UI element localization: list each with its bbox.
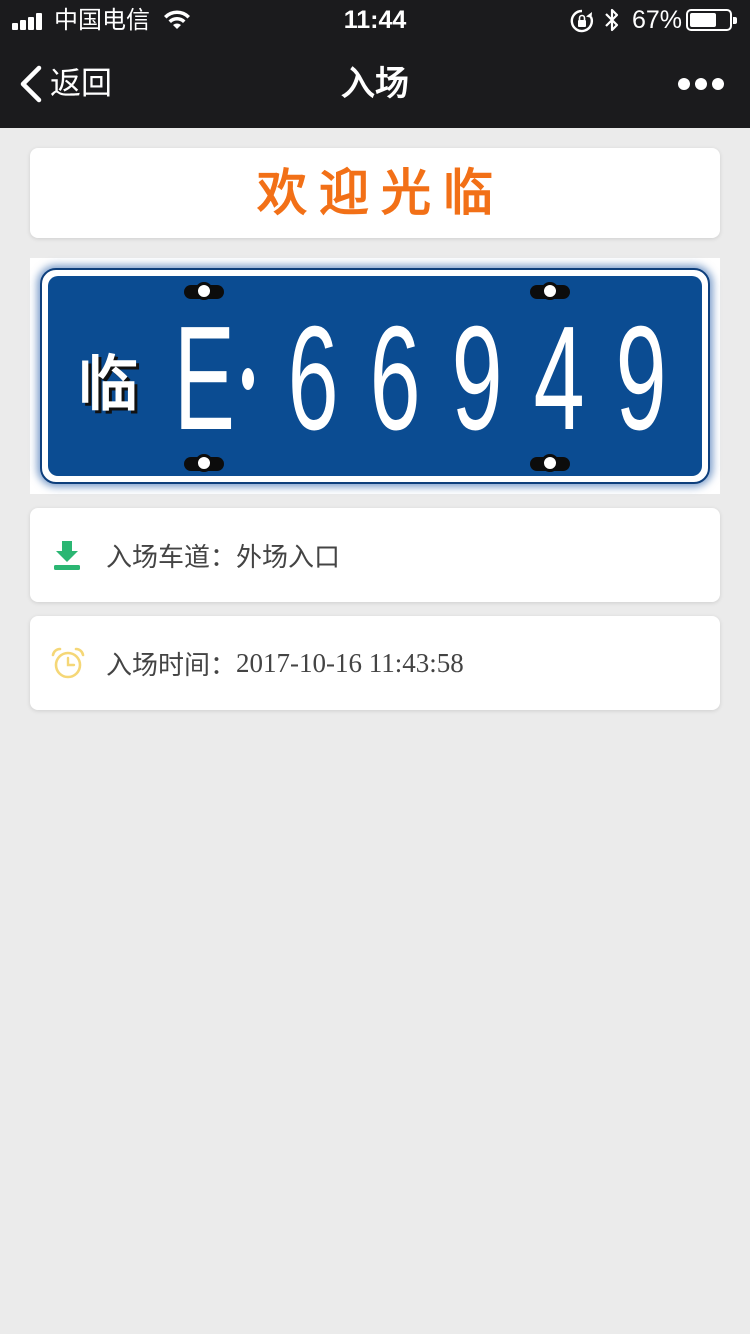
nav-bar: 返回 入场: [0, 40, 750, 128]
entry-time-row: 入场时间： 2017-10-16 11:43:58: [30, 616, 720, 710]
welcome-text: 欢迎光临: [257, 164, 505, 222]
welcome-card: 欢迎光临: [30, 148, 720, 238]
plate-number: 临 E 6 6 9 4 9: [78, 304, 682, 454]
entry-time-label: 入场时间：: [106, 650, 237, 681]
more-dots-icon[interactable]: [678, 76, 724, 92]
page-title: 入场: [341, 64, 409, 104]
plate-digit: 9: [615, 296, 667, 461]
bluetooth-icon: [605, 8, 619, 32]
battery-fill: [690, 13, 716, 27]
plate-prefix: 临: [78, 349, 138, 420]
plate-digit: 4: [533, 296, 585, 461]
battery-icon: [686, 9, 737, 31]
plate-letter: E: [173, 296, 235, 461]
plate-digit: 6: [369, 296, 421, 461]
top-bar: 中国电信 11:44 67% 返回 入场: [0, 0, 750, 128]
download-icon: [54, 541, 80, 570]
plate-digit: 6: [287, 296, 339, 461]
license-plate-card: 临 E 6 6 9 4 9: [30, 258, 720, 494]
entry-lane-row: 入场车道： 外场入口: [30, 508, 720, 602]
status-bar: 中国电信 11:44 67%: [0, 0, 750, 40]
license-plate: 临 E 6 6 9 4 9: [40, 268, 710, 484]
entry-time-value: 2017-10-16 11:43:58: [236, 647, 464, 678]
entry-lane-label: 入场车道：: [106, 542, 237, 573]
license-plate-face: 临 E 6 6 9 4 9: [48, 276, 702, 476]
entry-lane-value: 外场入口: [236, 542, 341, 573]
plate-separator-dot: [242, 368, 254, 390]
battery-percent: 67%: [632, 6, 683, 34]
alarm-clock-icon: [51, 647, 85, 679]
rotation-lock-icon: [570, 9, 593, 33]
plate-digit: 9: [451, 296, 503, 461]
